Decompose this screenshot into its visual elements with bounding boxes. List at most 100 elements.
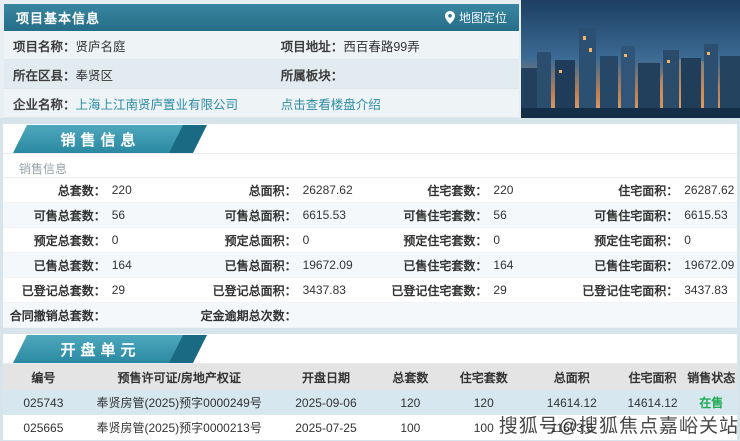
sales-field-label: 合同撤销总套数： [9,308,106,323]
opening-column-header: 住宅面积 [619,364,686,390]
table-cell: 在售 [699,396,724,410]
sales-field-label: 定金逾期总次数： [200,308,297,323]
table-cell: 100 [473,420,494,435]
sales-field-value: 26287.62 [684,183,735,197]
sales-field-label: 已售住宅套数： [403,258,488,273]
table-cell [686,415,737,440]
field-value: 西百春路99弄 [343,39,420,54]
tab-sales-info: 销售信息 [13,125,183,153]
sales-field-value: 29 [111,283,126,297]
table-cell: 025743 [23,395,64,410]
sales-row: 已登记总套数： 29 已登记总面积： 3437.83 已登记住宅套数： 29 已登记住宅面积… [3,278,737,303]
sales-tab-row: 销售信息 [3,124,737,154]
table-cell: 120 [400,395,421,410]
sales-field-value: 3437.83 [684,283,728,297]
field-label: 企业名称： [13,97,76,112]
table-cell: 100 [400,420,421,435]
sales-row: 预定总套数： 0 预定总面积： 0 预定住宅套数： 0 预定住宅面积： 0 [3,228,737,253]
field-block: 所属板块： [271,60,519,89]
sales-field-value: 220 [111,183,132,197]
sales-row: 合同撤销总套数： 定金逾期总次数： [3,303,737,328]
field-value: 贤庐名庭 [75,39,126,54]
map-locate-link[interactable]: 地图定位 [444,9,507,26]
sales-row: 总套数： 220 总面积： 26287.62 住宅套数： 220 住宅面积： 26287.62 [3,178,737,203]
sales-field-label: 总面积： [248,183,297,198]
sales-row: 可售总套数： 56 可售总面积： 6615.53 可售住宅套数： 56 可售住宅面积： 661… [3,203,737,228]
table-row: 025665 奉贤房管(2025)预字0000213号 2025-07-25 100 1… [3,415,737,440]
sales-field-label: 已登记总面积： [212,283,297,298]
sales-field-value: 164 [493,258,514,272]
sales-field-value: 56 [493,208,507,222]
sales-field-label: 已售住宅面积： [594,258,679,273]
sales-field-label: 已登记住宅套数： [391,283,488,298]
field-label: 项目名称： [13,39,76,54]
view-introduction-link[interactable]: 点击查看楼盘介绍 [281,94,381,113]
opening-column-header: 编号 [3,364,84,390]
sales-field-label: 已登记住宅面积： [582,283,679,298]
table-cell: 120 [473,395,494,410]
project-photo [521,0,740,118]
table-cell [620,415,686,440]
sales-field-label: 预定总面积： [224,233,297,248]
sales-field-label: 预定住宅面积： [594,233,679,248]
table-cell: 11673.5 [550,420,594,435]
real-estate-project-page: 项目基本信息 地图定位 项目名称： 贤庐名庭 项目地址： 西百春路99弄 所在区… [0,0,740,441]
sales-field-value: 3437.83 [302,283,346,297]
company-name-link[interactable]: 上海上江南贤庐置业有限公司 [76,94,239,113]
sales-field-label: 已售总套数： [33,258,106,273]
opening-column-header: 总套数 [377,364,444,390]
field-district: 所在区县： 奉贤区 [4,60,272,89]
field-project-address: 项目地址： 西百春路99弄 [271,31,519,60]
field-label: 所在区县： [13,68,76,83]
table-cell: 14614.12 [546,395,597,410]
sales-field-label: 可售住宅套数： [403,208,488,223]
opening-units-table: 编号 预售许可证/房地产权证 开盘日期 总套数 住宅套数 总面积 住宅面积 销售状态 0257… [3,364,737,440]
sales-field-label: 预定总套数： [33,233,106,248]
sales-field-value: 0 [302,233,310,247]
sales-field-value: 6615.53 [684,208,728,222]
sales-field-value: 0 [111,233,119,247]
sales-field-value: 29 [493,283,507,297]
location-pin-icon [444,11,455,24]
sales-field-value: 220 [493,183,514,197]
sales-field-label: 预定住宅套数： [403,233,488,248]
project-fields: 项目名称： 贤庐名庭 项目地址： 西百春路99弄 所在区县： 奉贤区 所属板块：… [4,31,519,118]
opening-column-header: 开盘日期 [274,364,378,390]
opening-column-header: 销售状态 [685,364,737,390]
table-row: 025743 奉贤房管(2025)预字0000249号 2025-09-06 120 1… [3,390,737,415]
opening-table-head-row: 编号 预售许可证/房地产权证 开盘日期 总套数 住宅套数 总面积 住宅面积 销售状态 [3,364,737,390]
field-label: 项目地址： [280,39,344,54]
table-cell: 2025-09-06 [295,395,357,410]
map-locate-label: 地图定位 [458,11,507,25]
field-company: 企业名称： 上海上江南贤庐置业有限公司 [4,89,272,118]
project-basic-info-section: 项目基本信息 地图定位 项目名称： 贤庐名庭 项目地址： 西百春路99弄 所在区… [0,0,740,118]
field-value: 奉贤区 [75,68,114,83]
sales-field-label: 已售总面积： [224,258,297,273]
sales-row: 已售总套数： 164 已售总面积： 19672.09 已售住宅套数： 164 已售住宅面积：… [3,253,737,278]
sales-field-value: 56 [111,208,126,222]
sales-field-label: 已登记总套数： [21,283,106,298]
sales-field-value: 6615.53 [302,208,346,222]
sales-field-value: 26287.62 [302,183,353,197]
sales-subheader: 销售信息 [3,154,737,178]
sales-field-value: 0 [493,233,501,247]
table-cell: 2025-07-25 [295,420,357,435]
sales-field-label: 总套数： [57,183,106,198]
project-info-panel: 项目基本信息 地图定位 项目名称： 贤庐名庭 项目地址： 西百春路99弄 所在区… [0,0,521,118]
sales-field-label: 可售总面积： [224,208,297,223]
opening-column-header: 住宅套数 [443,364,525,390]
field-label: 所属板块： [280,68,344,83]
table-cell: 奉贤房管(2025)预字0000249号 [96,396,262,410]
opening-column-header: 总面积 [524,364,620,390]
table-cell: 025665 [23,420,64,435]
table-cell: 14614.12 [627,395,678,410]
project-info-header-bar: 项目基本信息 地图定位 [4,4,519,31]
opening-column-header: 预售许可证/房地产权证 [83,364,275,390]
sales-field-value: 19672.09 [302,258,353,272]
sales-field-label: 住宅面积： [618,183,679,198]
sales-field-value: 19672.09 [684,258,735,272]
sales-field-label: 可售住宅面积： [594,208,679,223]
sales-field-label: 可售总套数： [33,208,106,223]
opening-tab-row: 开盘单元 [3,334,737,364]
sales-info-section: 销售信息 销售信息 总套数： 220 总面积： 26287.62 住宅套数： 220 住宅面… [3,124,737,328]
